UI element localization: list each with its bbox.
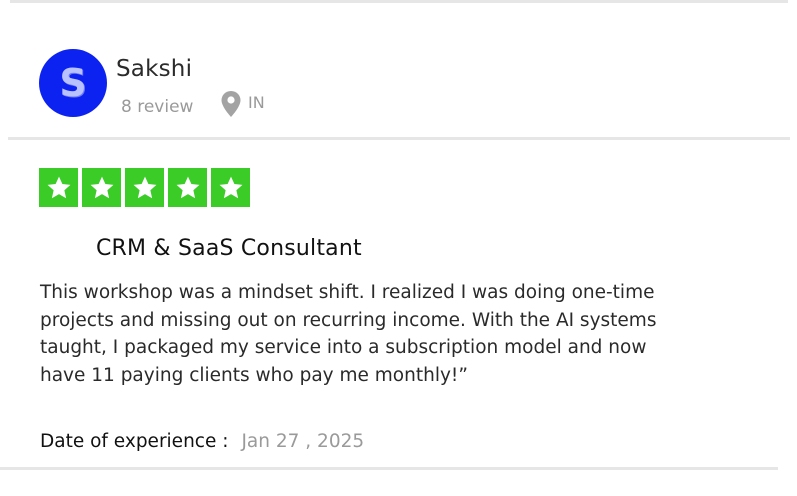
review-body: This workshop was a mindset shift. I rea… bbox=[40, 279, 730, 390]
star-icon bbox=[90, 176, 113, 198]
star-box bbox=[211, 168, 250, 207]
experience-date: Jan 27 , 2025 bbox=[241, 431, 365, 452]
avatar: S bbox=[39, 49, 107, 117]
bottom-divider bbox=[0, 467, 778, 470]
review-body-line: projects and missing out on recurring in… bbox=[40, 309, 657, 331]
location-text: IN bbox=[248, 92, 265, 112]
location: IN bbox=[220, 90, 265, 118]
review-body-line: taught, I packaged my service into a sub… bbox=[40, 337, 647, 359]
review-body-line: have 11 paying clients who pay me monthl… bbox=[40, 365, 468, 387]
star-box bbox=[39, 168, 78, 207]
reviewer-name: Sakshi bbox=[116, 56, 193, 82]
review-body-line: This workshop was a mindset shift. I rea… bbox=[40, 282, 655, 303]
star-icon bbox=[47, 176, 70, 198]
star-rating bbox=[39, 168, 250, 207]
review-title: CRM & SaaS Consultant bbox=[96, 236, 362, 261]
star-box bbox=[82, 168, 121, 207]
star-icon bbox=[176, 176, 199, 198]
review-count: 8 review bbox=[121, 97, 194, 117]
star-box bbox=[168, 168, 207, 207]
top-divider bbox=[10, 0, 788, 3]
date-of-experience: Date of experience : Jan 27 , 2025 bbox=[40, 431, 364, 452]
avatar-initial: S bbox=[59, 61, 87, 105]
star-icon bbox=[219, 176, 242, 198]
star-icon bbox=[133, 176, 156, 198]
star-box bbox=[125, 168, 164, 207]
map-pin-icon bbox=[221, 91, 241, 117]
section-divider bbox=[8, 137, 790, 140]
experience-label: Date of experience : bbox=[40, 431, 229, 452]
